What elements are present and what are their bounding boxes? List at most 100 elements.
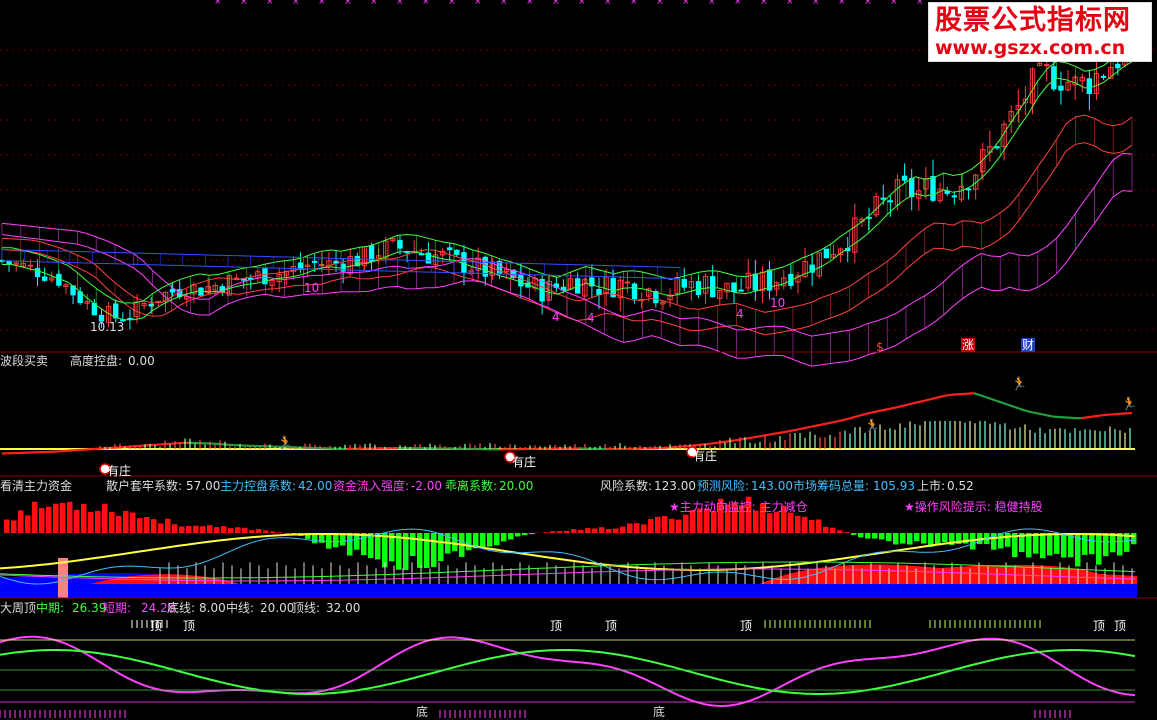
band-line-seg: [871, 410, 878, 414]
capital-bar-red: [277, 532, 283, 533]
buy-number-4: 4: [736, 307, 744, 321]
band-line-seg: [911, 401, 918, 405]
top-edge-tick: ×: [656, 0, 664, 7]
watermark-title: 股票公式指标网: [935, 5, 1131, 36]
capital-bar-green: [1082, 533, 1088, 555]
candle-body: [596, 289, 602, 296]
candle-body: [994, 146, 1000, 149]
metric-mid-value: 26.39: [72, 601, 107, 615]
osc-mid-line: [0, 649, 1136, 695]
capital-bar-green: [1005, 533, 1011, 547]
capital-bar-red: [802, 516, 808, 533]
capital-bar-green: [508, 533, 514, 540]
band-line-seg: [1007, 403, 1014, 408]
capital-bar-red: [823, 526, 829, 533]
top-edge-tick: ×: [916, 0, 924, 7]
watermark-logo: 股票公式指标网 www.gszx.com.cn: [928, 2, 1152, 62]
metric-inflow-label: 资金流入强度:: [333, 479, 410, 493]
top-mark-2: 顶: [183, 619, 196, 633]
top-edge-tick: ×: [708, 0, 716, 7]
metric-deviation-label: 乖离系数:: [445, 479, 498, 493]
capital-bar-red: [137, 518, 143, 533]
capital-bar-green: [522, 533, 528, 536]
top-edge-tick: ×: [734, 0, 742, 7]
metric-chips-label: 市场筹码总量:: [793, 479, 870, 493]
band-line-seg: [1024, 409, 1031, 413]
runner-icon-0: 🏃: [277, 435, 293, 451]
panel3-title: 看清主力资金: [0, 479, 73, 493]
band-line-seg: [979, 393, 986, 398]
candle-body: [1115, 63, 1121, 69]
metric-retail-value: 57.00: [186, 479, 221, 493]
capital-bar-red: [46, 506, 52, 533]
capital-bar-red: [4, 519, 10, 533]
top-edge-tick: ×: [318, 0, 326, 7]
candle-body: [731, 282, 737, 293]
buy-number-1: 10: [304, 281, 320, 295]
buy-number-2: 4: [552, 310, 560, 324]
capital-bar-red: [60, 502, 66, 533]
top-edge-tick: ×: [344, 0, 352, 7]
capital-bar-green: [361, 533, 367, 556]
capital-bar-red: [25, 515, 31, 533]
metric-topline-label: 顶线:: [292, 601, 321, 615]
band-line-seg: [691, 444, 698, 447]
runner-icon-2: 🏃: [1011, 376, 1027, 392]
top-edge-tick: ×: [630, 0, 638, 7]
metric-forecast-label: 预测风险:: [697, 479, 750, 493]
capital-bar-red: [130, 512, 136, 533]
metric-retail-label: 散户套牢系数:: [106, 479, 183, 493]
metric-mid-label: 中期:: [36, 601, 65, 615]
capital-bar-green: [893, 533, 899, 545]
capital-bar-red: [102, 503, 108, 533]
candle-body: [113, 303, 119, 319]
top-mark-1: 顶: [150, 619, 163, 633]
candle-body: [695, 281, 702, 295]
bottom-mark-1: 底: [416, 705, 429, 719]
band-line-seg: [877, 409, 884, 413]
price-low-label: 10.13: [90, 320, 125, 334]
price-panel: [0, 23, 1135, 367]
candle-body: [951, 195, 958, 198]
capital-bar-red: [662, 515, 668, 533]
band-line-seg: [1001, 401, 1009, 406]
candle-body: [738, 289, 744, 292]
capital-bar-green: [907, 533, 913, 545]
capital-bar-red: [809, 520, 815, 533]
capital-pink-block: [58, 558, 68, 598]
top-edge-tick: ×: [396, 0, 404, 7]
capital-bar-green: [417, 533, 423, 568]
capital-bar-red: [109, 511, 115, 533]
capital-bar-green: [438, 533, 444, 562]
candle-body: [901, 175, 908, 181]
band-line-seg: [1047, 414, 1054, 418]
metric-bottom-label: 底线:: [167, 601, 196, 615]
capital-bar-red: [200, 526, 206, 533]
top-edge-tick: ×: [214, 0, 222, 7]
band-line-seg: [821, 422, 828, 426]
top-edge-tick: ×: [838, 0, 846, 7]
candle-body: [681, 278, 687, 288]
dealer-tag-1: 有庄: [107, 464, 132, 478]
capital-bar-red: [235, 527, 241, 533]
candle-body: [880, 197, 886, 200]
band-line-seg: [753, 435, 760, 439]
band-line-seg: [849, 415, 856, 420]
hint-operation-risk: ★操作风险提示: 稳健持股: [904, 500, 1043, 514]
band-line-seg: [837, 418, 845, 423]
top-mark-5: 顶: [740, 619, 753, 633]
capital-bar-red: [172, 524, 178, 533]
band-line-seg: [815, 423, 822, 427]
capital-bar-green: [1040, 533, 1046, 559]
capital-bar-red: [39, 508, 45, 533]
band-line-seg: [713, 441, 720, 445]
band-line-seg: [781, 430, 788, 434]
candle-body: [319, 264, 325, 267]
band-line-seg: [1012, 405, 1020, 410]
metric-bottom-value: 8.00: [199, 601, 226, 615]
band-line-seg: [775, 431, 782, 435]
top-edge-tick: ×: [864, 0, 872, 7]
band-line-seg: [826, 421, 833, 425]
capital-bar-red: [242, 527, 248, 533]
capital-bar-red: [592, 528, 598, 533]
